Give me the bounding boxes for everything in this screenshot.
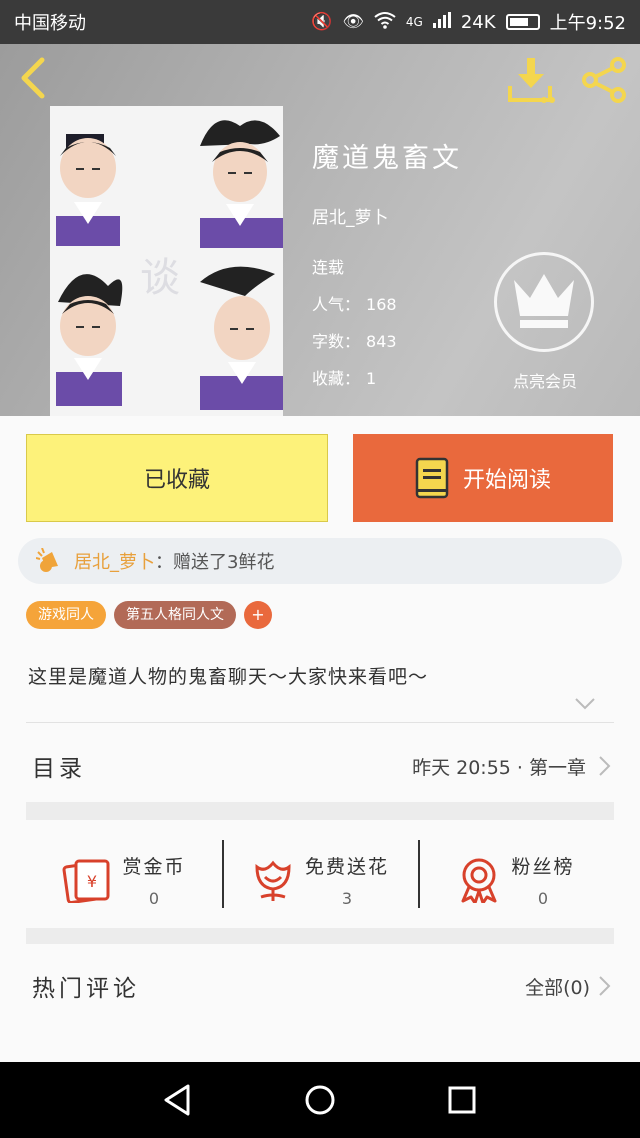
section-separator	[26, 802, 614, 820]
download-button[interactable]	[506, 56, 560, 104]
tag-list: 游戏同人 第五人格同人文 +	[26, 601, 272, 629]
chevron-down-icon	[575, 698, 595, 710]
hot-comments-label: 热门评论	[32, 976, 140, 1002]
free-flower-value: 3	[341, 889, 353, 908]
word-count-value: 843	[366, 332, 397, 351]
nav-home-icon[interactable]	[300, 1080, 340, 1120]
reward-coins-label: 赏金币	[122, 856, 186, 878]
divider	[26, 722, 614, 723]
author-name[interactable]: 居北_萝卜	[312, 203, 462, 228]
latest-chapter: 昨天 20:55 · 第一章	[412, 756, 586, 779]
word-count-stat: 字数： 843	[312, 328, 462, 365]
fan-ranking-value: 0	[537, 889, 549, 908]
gift-message: ：赠送了3鲜花	[155, 552, 275, 573]
favorites-value: 1	[366, 369, 377, 388]
wifi-icon	[374, 11, 396, 34]
tag-identity-v-fanfic[interactable]: 第五人格同人文	[114, 601, 236, 629]
crown-icon	[514, 274, 574, 328]
book-title: 魔道鬼畜文	[312, 143, 462, 174]
fan-ranking-button[interactable]: 粉丝榜 0	[418, 830, 614, 930]
section-separator	[26, 928, 614, 944]
network-speed: 24K	[460, 11, 496, 33]
favorites-stat: 收藏： 1	[312, 365, 462, 402]
hot-comments-header: 热门评论 全部(0)	[26, 958, 614, 1014]
all-comments-link[interactable]: 全部(0)	[525, 973, 590, 1000]
share-button[interactable]	[580, 56, 630, 104]
add-tag-button[interactable]: +	[244, 601, 272, 629]
word-count-label: 字数：	[312, 332, 361, 351]
book-description: 这里是魔道人物的鬼畜聊天～大家快来看吧～	[28, 666, 429, 688]
book-header: 谈 魔道鬼畜文 居北_萝卜 连载 人气： 168 字数： 843 收藏： 1 点亮会员	[0, 44, 640, 416]
collected-button[interactable]: 已收藏	[26, 434, 328, 522]
medal-icon	[461, 858, 497, 903]
book-info: 魔道鬼畜文 居北_萝卜 连载 人气： 168 字数： 843 收藏： 1	[312, 136, 462, 402]
free-flower-button[interactable]: 免费送花 3	[222, 830, 418, 930]
vip-label[interactable]: 点亮会员	[490, 368, 600, 392]
status-bar: 中国移动 🔇 👁 4G 24K 上午9:52	[0, 0, 640, 44]
signal-icon	[432, 11, 451, 33]
popularity-stat: 人气： 168	[312, 291, 462, 328]
popularity-value: 168	[366, 295, 397, 314]
free-flower-label: 免费送花	[304, 856, 389, 878]
back-button[interactable]	[16, 56, 56, 100]
red-envelope-icon: ¥	[63, 859, 110, 903]
chevron-right-icon	[599, 756, 611, 776]
reward-coins-value: 0	[148, 889, 160, 908]
table-of-contents-row[interactable]: 目录 昨天 20:55 · 第一章	[26, 734, 614, 798]
flower-icon	[255, 860, 291, 901]
nav-back-icon[interactable]	[158, 1080, 198, 1120]
popularity-label: 人气：	[312, 295, 361, 314]
expand-description-button[interactable]	[574, 696, 596, 715]
svg-text:¥: ¥	[87, 872, 97, 891]
nav-recents-icon[interactable]	[442, 1080, 482, 1120]
chevron-right-icon[interactable]	[594, 974, 614, 998]
book-cover-image[interactable]: 谈	[50, 106, 283, 416]
toc-label: 目录	[32, 756, 86, 782]
share-icon	[582, 57, 626, 103]
download-icon	[508, 58, 555, 103]
svg-text:谈: 谈	[140, 255, 180, 301]
book-detail-content: 已收藏 开始阅读 居北_萝卜 ：赠送了3鲜花 游戏同人 第五人格同人文 + 这里…	[0, 416, 640, 1062]
clock: 上午9:52	[549, 13, 626, 34]
tag-game-fanfic[interactable]: 游戏同人	[26, 601, 106, 629]
serial-status: 连载	[312, 258, 345, 277]
start-reading-button[interactable]: 开始阅读	[353, 434, 613, 522]
stats-row: ¥ 赏金币 0 免费送花 3 粉丝榜 0	[26, 830, 614, 930]
fan-ranking-label: 粉丝榜	[511, 856, 575, 878]
reward-coins-button[interactable]: ¥ 赏金币 0	[26, 830, 222, 930]
favorites-label: 收藏：	[312, 369, 361, 388]
carrier-name: 中国移动	[14, 13, 86, 34]
megaphone-icon	[36, 548, 58, 572]
eye-icon: 👁	[342, 12, 364, 32]
network-type: 4G	[405, 15, 423, 29]
book-icon	[415, 457, 449, 499]
gift-notice: 居北_萝卜 ：赠送了3鲜花	[18, 538, 622, 584]
mute-icon: 🔇	[311, 12, 333, 32]
vip-button[interactable]	[494, 252, 594, 352]
gift-sender[interactable]: 居北_萝卜	[74, 548, 155, 574]
back-arrow-icon	[21, 57, 45, 99]
battery-icon	[505, 14, 540, 30]
system-navigation-bar	[0, 1062, 640, 1138]
start-reading-label: 开始阅读	[462, 468, 551, 493]
